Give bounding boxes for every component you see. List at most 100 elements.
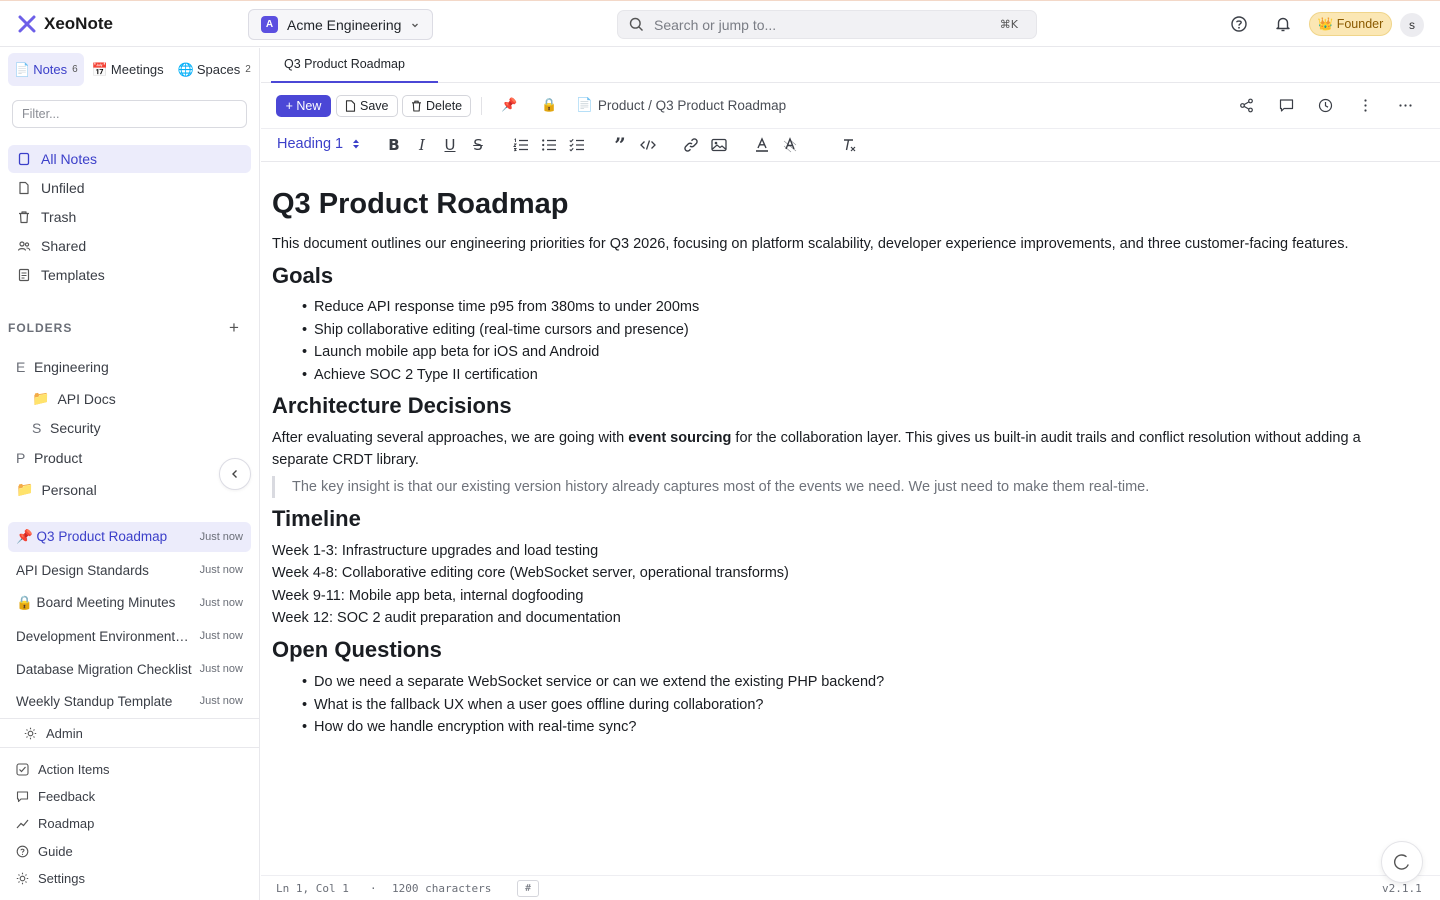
folder-marker: P bbox=[16, 450, 26, 466]
link-icon[interactable] bbox=[682, 136, 700, 154]
tab-q3-product-roadmap[interactable]: Q3 Product Roadmap bbox=[271, 48, 438, 83]
note-title: 📌 Q3 Product Roadmap bbox=[16, 529, 168, 544]
sidebar-item-guide[interactable]: Guide bbox=[16, 844, 73, 859]
bold-icon[interactable]: B bbox=[385, 136, 403, 154]
founder-badge[interactable]: 👑 Founder bbox=[1309, 12, 1392, 36]
highlight-icon[interactable] bbox=[781, 136, 799, 154]
more-horizontal-icon[interactable] bbox=[1397, 97, 1414, 114]
sidebar-item-shared[interactable]: Shared bbox=[8, 232, 251, 260]
tab-meetings[interactable]: 📅 Meetings bbox=[86, 53, 170, 86]
breadcrumb: 📄 Product / Q3 Product Roadmap bbox=[576, 97, 786, 113]
list-item[interactable]: Weekly Standup Template Just now bbox=[8, 686, 251, 716]
help-icon[interactable] bbox=[1230, 15, 1248, 33]
folder-marker: E bbox=[16, 359, 26, 375]
page-icon: 📄 bbox=[576, 97, 593, 112]
tab-spaces[interactable]: 🌐 Spaces 2 bbox=[172, 53, 257, 86]
folder-security[interactable]: S Security bbox=[32, 420, 101, 436]
clear-format-icon[interactable] bbox=[840, 136, 858, 154]
bullet-list-icon[interactable] bbox=[540, 136, 558, 154]
italic-icon[interactable]: I bbox=[413, 136, 431, 154]
save-button[interactable]: Save bbox=[336, 95, 398, 117]
delete-label: Delete bbox=[426, 99, 463, 113]
search-bar[interactable]: Search or jump to... ⌘K bbox=[617, 10, 1037, 39]
strikethrough-icon[interactable]: S bbox=[469, 136, 487, 154]
pin-icon[interactable]: 📌 bbox=[501, 97, 517, 113]
folder-label: Engineering bbox=[34, 359, 109, 375]
text-color-icon[interactable] bbox=[753, 136, 771, 154]
sidebar-item-trash[interactable]: Trash bbox=[8, 203, 251, 231]
search-icon bbox=[629, 17, 644, 32]
add-folder-button[interactable]: + bbox=[226, 318, 242, 338]
blockquote: The key insight is that our existing ver… bbox=[272, 476, 1149, 498]
underline-icon[interactable]: U bbox=[441, 136, 459, 154]
separator-dot: · bbox=[370, 882, 377, 895]
sidebar-item-all-notes[interactable]: All Notes bbox=[8, 145, 251, 173]
divider bbox=[0, 718, 259, 719]
timeline-heading: Timeline bbox=[272, 506, 361, 531]
hash-button[interactable]: # bbox=[517, 880, 539, 897]
file-icon bbox=[345, 100, 356, 112]
history-icon[interactable] bbox=[1317, 97, 1334, 114]
folder-personal[interactable]: 📁 Personal bbox=[16, 481, 97, 498]
delete-button[interactable]: Delete bbox=[402, 95, 472, 117]
chevron-down-icon bbox=[410, 20, 420, 30]
list-item[interactable]: 📌 Q3 Product Roadmap Just now bbox=[8, 522, 251, 552]
note-title: API Design Standards bbox=[16, 562, 149, 578]
spinner-icon bbox=[1393, 853, 1411, 871]
tab-notes[interactable]: 📄 Notes 6 bbox=[8, 53, 84, 86]
image-icon[interactable] bbox=[710, 136, 728, 154]
timeline-line: Week 4-8: Collaborative editing core (We… bbox=[272, 565, 789, 581]
sidebar-item-templates[interactable]: Templates bbox=[8, 261, 251, 289]
more-vertical-icon[interactable] bbox=[1357, 97, 1374, 114]
admin-link[interactable]: Admin bbox=[24, 726, 83, 741]
sidebar-item-settings[interactable]: Settings bbox=[16, 871, 85, 886]
breadcrumb-path[interactable]: Product / Q3 Product Roadmap bbox=[598, 98, 786, 113]
bell-icon[interactable] bbox=[1274, 15, 1292, 33]
lock-icon[interactable]: 🔒 bbox=[541, 97, 557, 113]
sidebar-item-label: Unfiled bbox=[41, 180, 85, 196]
timeline-line: Week 1-3: Infrastructure upgrades and lo… bbox=[272, 543, 599, 559]
list-item[interactable]: API Design Standards Just now bbox=[8, 555, 251, 585]
cursor-position: Ln 1, Col 1 bbox=[276, 882, 349, 895]
sidebar-item-action-items[interactable]: Action Items bbox=[16, 762, 110, 777]
folder-api-docs[interactable]: 📁 API Docs bbox=[32, 390, 116, 407]
filter-input[interactable] bbox=[12, 100, 247, 128]
sidebar-item-roadmap[interactable]: Roadmap bbox=[16, 816, 94, 831]
folder-engineering[interactable]: E Engineering bbox=[16, 359, 109, 375]
comment-icon[interactable] bbox=[1278, 97, 1295, 114]
sidebar-item-label: Feedback bbox=[38, 789, 96, 804]
avatar[interactable]: s bbox=[1400, 13, 1424, 37]
chat-icon bbox=[16, 790, 29, 803]
quote-icon[interactable]: ” bbox=[611, 133, 629, 157]
code-icon[interactable] bbox=[639, 136, 657, 154]
collapse-sidebar-button[interactable] bbox=[219, 458, 251, 490]
note-time: Just now bbox=[199, 630, 243, 642]
ordered-list-icon[interactable] bbox=[512, 136, 530, 154]
architecture-paragraph-continued: separate CRDT library. bbox=[272, 452, 419, 468]
tab-count: 6 bbox=[72, 64, 78, 75]
architecture-paragraph: After evaluating several approaches, we … bbox=[272, 427, 1361, 449]
brand[interactable]: XeoNote bbox=[18, 14, 113, 34]
checklist-icon[interactable] bbox=[568, 136, 586, 154]
share-icon[interactable] bbox=[1238, 97, 1255, 114]
heading-select[interactable]: Heading 1 bbox=[277, 136, 360, 152]
list-item[interactable]: 🔒 Board Meeting Minutes Just now bbox=[8, 588, 251, 618]
note-title: Development Environment Setup bbox=[16, 628, 192, 644]
sidebar-item-feedback[interactable]: Feedback bbox=[16, 789, 95, 804]
loading-spinner-button[interactable] bbox=[1381, 841, 1423, 883]
questions-list: Do we need a separate WebSocket service … bbox=[302, 671, 884, 739]
workspace-switcher[interactable]: A Acme Engineering bbox=[248, 9, 433, 40]
note-time: Just now bbox=[199, 531, 243, 543]
trash-icon bbox=[411, 100, 422, 112]
intro-paragraph: This document outlines our engineering p… bbox=[272, 236, 1349, 252]
sidebar-item-label: Settings bbox=[38, 871, 85, 886]
goals-list: Reduce API response time p95 from 380ms … bbox=[302, 296, 699, 386]
new-button[interactable]: + New bbox=[276, 95, 331, 117]
list-item[interactable]: Development Environment Setup Just now bbox=[8, 621, 251, 651]
list-item[interactable]: Database Migration Checklist Just now bbox=[8, 654, 251, 684]
globe-icon: 🌐 bbox=[177, 61, 194, 77]
folder-product[interactable]: P Product bbox=[16, 450, 82, 466]
status-bar: Ln 1, Col 1 · 1200 characters # v2.1.1 bbox=[261, 875, 1440, 900]
note-time: Just now bbox=[199, 695, 243, 707]
sidebar-item-unfiled[interactable]: Unfiled bbox=[8, 174, 251, 202]
